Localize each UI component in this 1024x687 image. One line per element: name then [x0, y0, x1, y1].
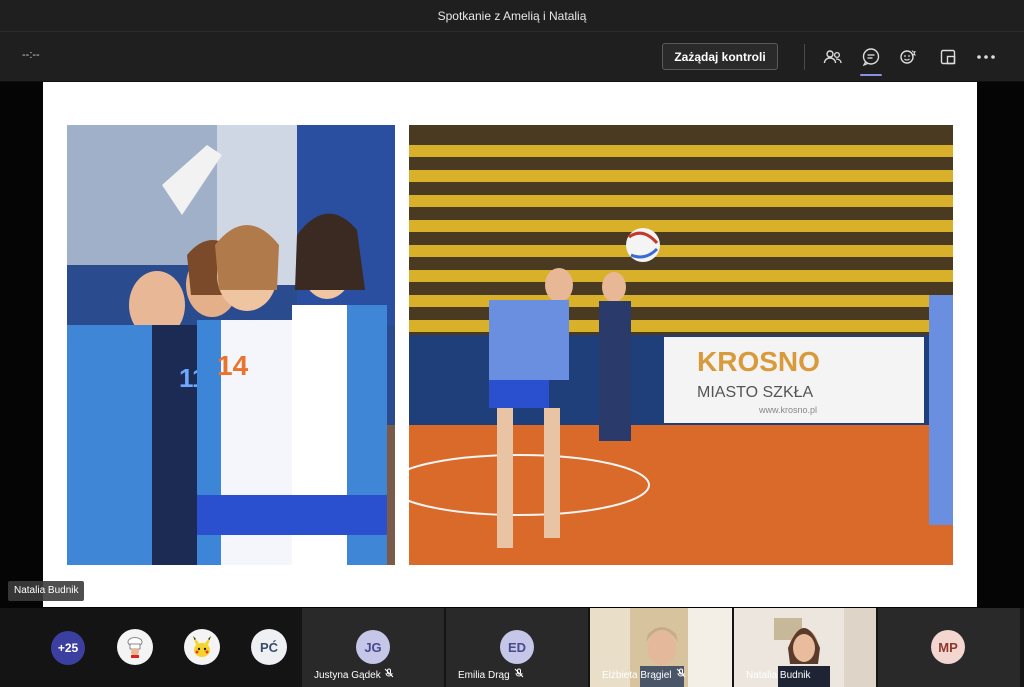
chat-icon[interactable]: [858, 44, 884, 76]
banner-url: www.krosno.pl: [758, 405, 817, 415]
mic-off-icon: [384, 668, 394, 681]
chef-avatar[interactable]: [117, 629, 153, 665]
participant-tile-jg[interactable]: JG Justyna Gądek: [302, 608, 444, 687]
shared-screen-stage: 11 14 KROSNO MIASTO SZKŁA www.krosno.pl: [0, 82, 1024, 608]
svg-text:14: 14: [217, 350, 249, 381]
participant-tile-video-nb[interactable]: Natalia Budnik: [734, 608, 876, 687]
volleyball-team-photo: 11 14: [67, 125, 395, 565]
participant-name: Emilia Drąg: [458, 670, 510, 681]
participant-strip: +25 PĆ JG Justyna Gądek ED Emilia Drąg E…: [0, 608, 1024, 687]
meeting-toolbar: --:-- Zażądaj kontroli: [0, 32, 1024, 82]
pc-avatar[interactable]: PĆ: [251, 629, 287, 665]
avatar: MP: [931, 630, 965, 664]
speaker-name-tag: Natalia Budnik: [8, 581, 85, 601]
participant-tile-ed[interactable]: ED Emilia Drąg: [446, 608, 588, 687]
toolbar-divider: [804, 44, 805, 70]
participant-tile-mp[interactable]: MP: [878, 608, 1020, 687]
volleyball-arena-photo: KROSNO MIASTO SZKŁA www.krosno.pl: [409, 125, 953, 565]
participant-name: Justyna Gądek: [314, 670, 381, 681]
title-bar: Spotkanie z Amelią i Natalią: [0, 0, 1024, 32]
more-icon[interactable]: [973, 44, 999, 70]
participant-name: Natalia Budnik: [746, 670, 811, 681]
people-icon[interactable]: [820, 44, 846, 70]
pikachu-avatar[interactable]: [184, 629, 220, 665]
request-control-button[interactable]: Zażądaj kontroli: [662, 43, 778, 70]
view-icon[interactable]: [935, 44, 961, 70]
reactions-icon[interactable]: [896, 44, 922, 70]
participant-name: Elżbieta Brągiel: [602, 670, 672, 681]
overflow-participants-button[interactable]: +25: [51, 631, 85, 665]
avatar: ED: [500, 630, 534, 664]
presentation-slide: 11 14 KROSNO MIASTO SZKŁA www.krosno.pl: [43, 82, 977, 607]
participant-tile-video-eb[interactable]: Elżbieta Brągiel: [590, 608, 732, 687]
banner-subtext: MIASTO SZKŁA: [697, 384, 814, 401]
meeting-timer: --:--: [22, 49, 40, 61]
mic-off-icon: [514, 668, 524, 681]
avatar: JG: [356, 630, 390, 664]
mic-off-icon: [676, 668, 686, 681]
meeting-title: Spotkanie z Amelią i Natalią: [437, 8, 587, 23]
banner-text: KROSNO: [697, 346, 820, 377]
